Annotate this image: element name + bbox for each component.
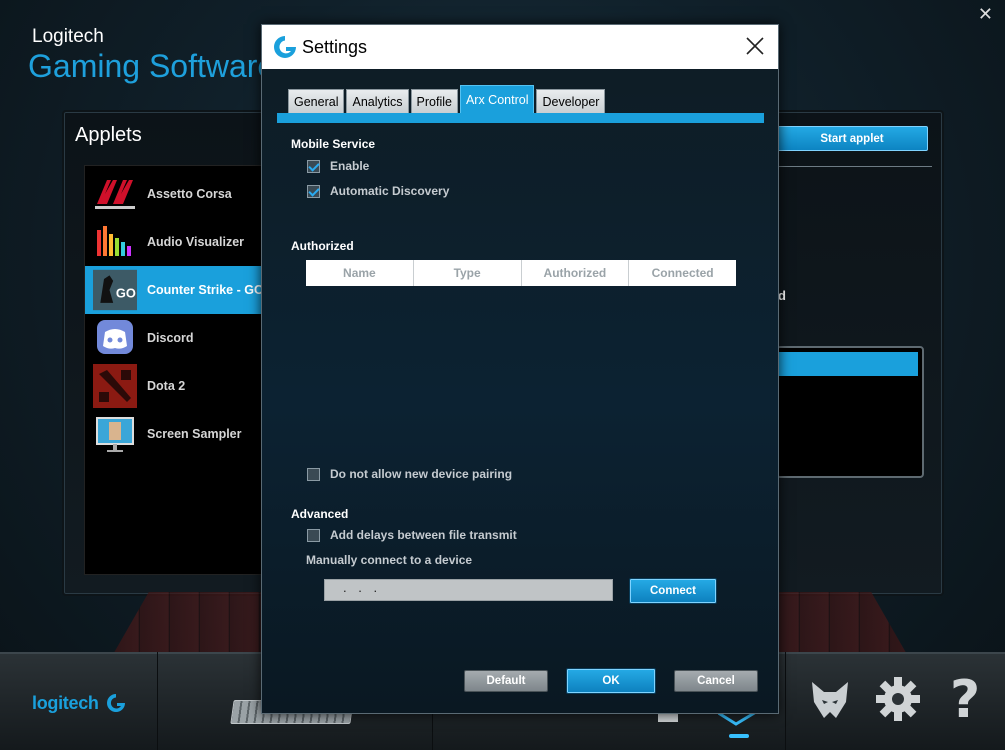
column-header-name[interactable]: Name bbox=[306, 260, 414, 286]
close-icon[interactable] bbox=[744, 35, 766, 57]
svg-text:GO: GO bbox=[116, 285, 136, 300]
settings-dialog: Settings General Analytics Profile Arx C… bbox=[261, 24, 779, 714]
applet-item-counter-strike[interactable]: GO Counter Strike - GO bbox=[85, 266, 265, 314]
no-pairing-checkbox[interactable] bbox=[307, 467, 320, 481]
applet-label: Assetto Corsa bbox=[147, 187, 232, 201]
logitech-logo[interactable]: logitech bbox=[32, 692, 127, 714]
divider bbox=[785, 652, 786, 750]
applet-label: Counter Strike - GO bbox=[147, 283, 264, 297]
applets-title: Applets bbox=[75, 124, 142, 146]
column-header-type[interactable]: Type bbox=[414, 260, 522, 286]
auto-discovery-label: Automatic Discovery bbox=[330, 184, 450, 198]
logo-text: logitech bbox=[32, 692, 99, 713]
mobile-service-heading: Mobile Service bbox=[291, 137, 376, 151]
assetto-corsa-icon bbox=[93, 173, 137, 215]
tab-strip bbox=[277, 113, 764, 123]
tab-general[interactable]: General bbox=[288, 89, 345, 113]
no-pairing-label: Do not allow new device pairing bbox=[330, 467, 513, 481]
applet-label: Audio Visualizer bbox=[147, 235, 245, 249]
auto-discovery-checkbox-row[interactable]: Automatic Discovery bbox=[307, 184, 449, 198]
audio-visualizer-icon bbox=[93, 221, 137, 263]
delays-checkbox-row[interactable]: Add delays between file transmit bbox=[307, 528, 517, 542]
applet-item-screen-sampler[interactable]: Screen Sampler bbox=[85, 410, 265, 458]
dialog-title: Settings bbox=[302, 37, 368, 57]
advanced-heading: Advanced bbox=[291, 507, 349, 521]
divider bbox=[157, 652, 158, 750]
gear-icon[interactable] bbox=[873, 674, 923, 724]
active-indicator bbox=[729, 734, 749, 738]
brand-large: Gaming Software bbox=[28, 48, 276, 84]
tab-analytics[interactable]: Analytics bbox=[346, 89, 409, 113]
logitech-g-icon bbox=[274, 36, 296, 58]
screen-sampler-icon bbox=[93, 413, 137, 455]
app-close-icon[interactable]: ✕ bbox=[978, 4, 993, 25]
delays-label: Add delays between file transmit bbox=[330, 528, 517, 542]
start-applet-button[interactable]: Start applet bbox=[776, 126, 928, 151]
divider bbox=[776, 166, 932, 167]
dota2-icon bbox=[93, 364, 137, 408]
tab-developer[interactable]: Developer bbox=[536, 89, 606, 113]
settings-tabs: General Analytics Profile Arx Control De… bbox=[288, 85, 606, 113]
applet-label: Discord bbox=[147, 331, 194, 345]
enable-checkbox-row[interactable]: Enable bbox=[307, 159, 369, 173]
applet-label: Screen Sampler bbox=[147, 427, 242, 441]
applet-item-assetto-corsa[interactable]: Assetto Corsa bbox=[85, 170, 265, 218]
tab-profile[interactable]: Profile bbox=[410, 89, 458, 113]
brand-small: Logitech bbox=[32, 26, 104, 47]
manual-connect-label: Manually connect to a device bbox=[306, 553, 473, 567]
help-icon[interactable]: ? bbox=[950, 670, 980, 730]
wolf-icon[interactable] bbox=[806, 676, 854, 724]
applet-label: Dota 2 bbox=[147, 379, 186, 393]
enable-label: Enable bbox=[330, 159, 370, 173]
discord-icon bbox=[93, 317, 137, 359]
default-button[interactable]: Default bbox=[464, 670, 548, 692]
auto-discovery-checkbox[interactable] bbox=[307, 184, 320, 198]
authorized-table-header: Name Type Authorized Connected bbox=[306, 260, 736, 286]
applet-list: Assetto Corsa Audio Visualizer GO Counte… bbox=[84, 165, 265, 575]
column-header-connected[interactable]: Connected bbox=[629, 260, 736, 286]
cancel-button[interactable]: Cancel bbox=[674, 670, 758, 692]
no-pairing-checkbox-row[interactable]: Do not allow new device pairing bbox=[307, 467, 512, 481]
column-header-authorized[interactable]: Authorized bbox=[522, 260, 630, 286]
ip-address-input[interactable]: . . . bbox=[324, 579, 613, 601]
applet-item-audio-visualizer[interactable]: Audio Visualizer bbox=[85, 218, 265, 266]
connect-button[interactable]: Connect bbox=[629, 578, 717, 604]
dialog-titlebar: Settings bbox=[262, 25, 778, 69]
partially-hidden-text: d bbox=[778, 288, 786, 303]
device-list-selected-row[interactable] bbox=[778, 352, 918, 376]
authorized-heading: Authorized bbox=[291, 239, 354, 253]
applet-item-dota2[interactable]: Dota 2 bbox=[85, 362, 265, 410]
logitech-g-icon bbox=[106, 694, 125, 712]
enable-checkbox[interactable] bbox=[307, 159, 320, 173]
delays-checkbox[interactable] bbox=[307, 528, 320, 542]
tab-arx-control[interactable]: Arx Control bbox=[459, 85, 535, 113]
ok-button[interactable]: OK bbox=[566, 668, 656, 694]
applet-item-discord[interactable]: Discord bbox=[85, 314, 265, 362]
counter-strike-icon: GO bbox=[93, 269, 137, 311]
